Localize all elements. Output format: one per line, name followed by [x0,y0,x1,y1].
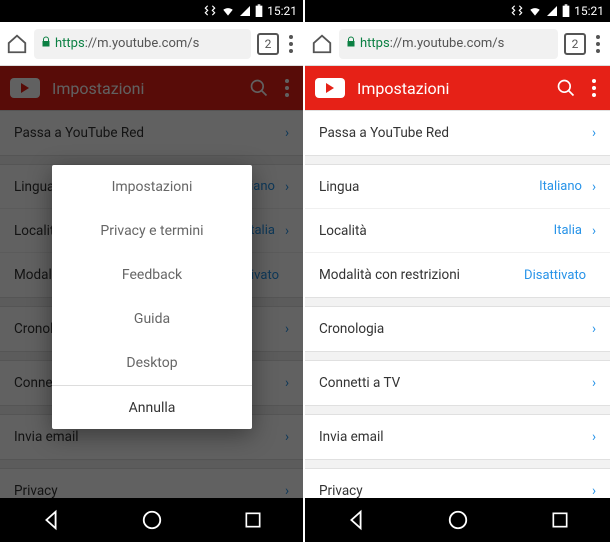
url-bar[interactable]: https://m.youtube.com/s [339,29,558,59]
wifi-icon [528,4,542,18]
lock-icon [40,36,52,52]
signal-icon [546,5,558,17]
tab-switcher[interactable]: 2 [564,33,586,55]
menu-item-privacy[interactable]: Privacy e termini [52,209,252,253]
signal-icon [239,5,251,17]
home-nav-icon[interactable] [141,509,163,531]
wifi-icon [221,4,235,18]
browser-menu-icon[interactable] [592,35,604,53]
battery-icon [255,4,263,18]
row-language[interactable]: LinguaItaliano› [305,165,610,209]
phone-right: 15:21 https://m.youtube.com/s 2 Impostaz… [305,0,610,542]
url-text: ://m.youtube.com/s [390,36,505,51]
clock: 15:21 [574,4,604,18]
chevron-right-icon: › [592,179,596,195]
recent-apps-icon[interactable] [550,510,570,530]
chevron-right-icon: › [592,483,596,498]
android-navbar [0,498,303,542]
youtube-menu-icon[interactable] [588,79,600,97]
menu-item-cancel[interactable]: Annulla [52,385,252,429]
row-location[interactable]: LocalitàItalia› [305,209,610,253]
row-history[interactable]: Cronologia› [305,307,610,351]
chevron-right-icon: › [592,321,596,337]
url-text: ://m.youtube.com/s [85,36,200,51]
chevron-right-icon: › [592,375,596,391]
menu-item-help[interactable]: Guida [52,297,252,341]
url-scheme: https [360,36,390,51]
tab-switcher[interactable]: 2 [257,33,279,55]
lock-icon [345,36,357,52]
chevron-right-icon: › [592,125,596,141]
row-youtube-red[interactable]: Passa a YouTube Red› [305,111,610,155]
vibrate-icon [203,4,217,18]
home-icon[interactable] [311,33,333,55]
settings-content: Passa a YouTube Red› LinguaItaliano› Loc… [305,110,610,498]
youtube-header: Impostazioni [305,66,610,110]
recent-apps-icon[interactable] [243,510,263,530]
row-connect-tv[interactable]: Connetti a TV› [305,361,610,405]
browser-menu-icon[interactable] [285,35,297,53]
page-title: Impostazioni [357,79,544,98]
back-icon[interactable] [40,509,62,531]
home-icon[interactable] [6,33,28,55]
url-bar[interactable]: https://m.youtube.com/s [34,29,251,59]
browser-toolbar: https://m.youtube.com/s 2 [305,22,610,66]
browser-toolbar: https://m.youtube.com/s 2 [0,22,303,66]
android-navbar [305,498,610,542]
search-icon[interactable] [556,78,576,98]
battery-icon [562,4,570,18]
menu-item-feedback[interactable]: Feedback [52,253,252,297]
status-bar: 15:21 [0,0,303,22]
home-nav-icon[interactable] [447,509,469,531]
url-scheme: https [55,36,85,51]
back-icon[interactable] [345,509,367,531]
chevron-right-icon: › [592,223,596,239]
phone-left: 15:21 https://m.youtube.com/s 2 Impostaz… [0,0,305,542]
youtube-logo-icon[interactable] [315,78,345,98]
menu-item-desktop[interactable]: Desktop [52,341,252,385]
row-privacy[interactable]: Privacy› [305,469,610,498]
status-bar: 15:21 [305,0,610,22]
menu-item-settings[interactable]: Impostazioni [52,165,252,209]
chevron-right-icon: › [592,429,596,445]
options-popup: Impostazioni Privacy e termini Feedback … [52,165,252,429]
row-restricted[interactable]: Modalità con restrizioniDisattivato [305,253,610,297]
row-email[interactable]: Invia email› [305,415,610,459]
vibrate-icon [510,4,524,18]
clock: 15:21 [267,4,297,18]
